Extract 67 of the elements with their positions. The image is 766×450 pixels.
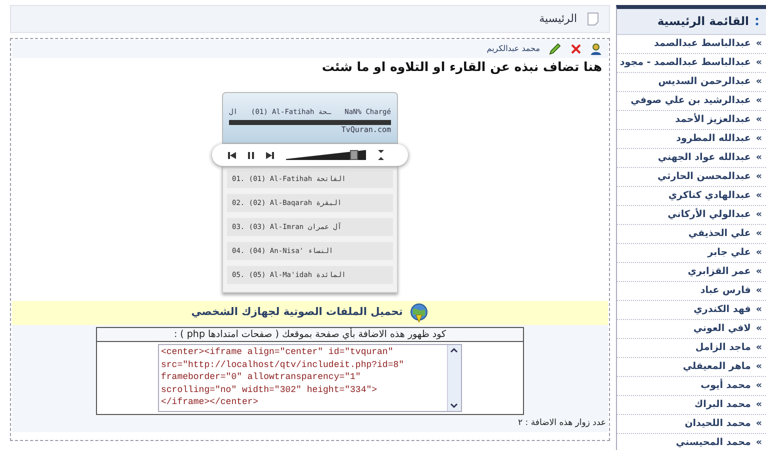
bullet: » [756, 264, 762, 279]
bullet: » [756, 36, 762, 51]
sidebar-link[interactable]: محمد أيوب [700, 378, 751, 394]
sidebar-link[interactable]: عبدالمحسن الحارثي [658, 170, 751, 184]
scroll-arrows-icon[interactable] [378, 149, 384, 161]
sidebar-link[interactable]: علي الحذيفي [688, 226, 751, 242]
pause-icon[interactable] [248, 152, 254, 158]
sidebar-link[interactable]: لافي العوني [693, 322, 751, 336]
scroll-up-icon [448, 345, 460, 355]
bullet: » [756, 188, 762, 203]
bullet: » [756, 284, 762, 298]
author-name: محمد عبدالكريم [486, 43, 540, 55]
sidebar-link[interactable]: عبدالباسط عبدالصمد - مجود [620, 56, 751, 70]
bullet: » [756, 74, 762, 89]
user-icon[interactable] [590, 43, 602, 55]
sidebar-link[interactable]: عبدالباسط عبدالصمد [654, 36, 751, 52]
sidebar-link[interactable]: محمد المحيسني [676, 436, 751, 450]
bullet: » [756, 150, 762, 165]
bullet: » [756, 94, 762, 108]
bullet: » [756, 302, 762, 317]
sidebar-link[interactable]: علي جابر [708, 246, 751, 260]
volume-slider[interactable] [286, 150, 366, 160]
sidebar-link[interactable]: عبدالعزيز الأحمد [675, 112, 751, 128]
bullet: » [756, 378, 762, 393]
bullet: » [756, 226, 762, 241]
bullet: » [756, 436, 762, 450]
bullet: » [756, 322, 762, 336]
bullet: » [756, 170, 762, 184]
download-link[interactable]: تحميل الملفات الصوتية لجهازك الشخصي [191, 305, 403, 321]
code-field[interactable]: <center><iframe align="center" id="tvquran" src="http://localhost/qtv/includeit.php?id=8" frameborder="0" allowtransparency="1" scrolling="no" width="302" height="334"> </iframe></center> [158, 344, 462, 412]
bullet: » [756, 360, 762, 374]
sidebar-link[interactable]: عبدالرشيد بن علي صوفي [630, 94, 751, 108]
sidebar-link[interactable]: عبدالله عواد الجهني [658, 150, 751, 166]
visitor-count: عدد زوار هذه الاضافة : ٢ [517, 417, 607, 430]
sidebar-link[interactable]: عبدالله المطرود [676, 132, 751, 146]
globe-download-icon[interactable] [408, 303, 429, 323]
bullet: » [756, 112, 762, 127]
edit-icon[interactable] [548, 42, 562, 56]
scroll-down-icon [448, 401, 460, 411]
sidebar-link[interactable]: فارس عباد [700, 284, 751, 298]
bullet: » [756, 132, 762, 146]
sidebar-link[interactable]: عبدالولي الأركاني [668, 208, 751, 222]
bullet: » [756, 398, 762, 412]
sidebar-link[interactable]: محمد البراك [694, 398, 751, 412]
post-title: هنا تضاف نبذه عن القارء او التلاوه او ما شئت [320, 58, 603, 76]
dots-icon [754, 17, 760, 26]
embed-caption: كود ظهور هذه الاضافة بأي صفحة بموقعك ( صفحات امتدادها php ) : [97, 328, 523, 342]
next-icon[interactable] [266, 152, 274, 158]
sidebar-title: القائمة الرئيسية [657, 12, 749, 30]
sidebar-link[interactable]: محمد اللحيدان [684, 416, 751, 432]
page-icon [587, 12, 599, 26]
bullet: » [756, 208, 762, 222]
breadcrumb-link[interactable]: الرئيسية [539, 10, 577, 28]
previous-icon[interactable] [228, 152, 236, 158]
bullet: » [756, 56, 762, 70]
bullet: » [756, 416, 762, 431]
sidebar-link[interactable]: ماجد الزامل [695, 340, 751, 356]
delete-icon[interactable] [570, 43, 582, 55]
sidebar-link[interactable]: ماهر المعيقلي [682, 360, 751, 374]
sidebar-link[interactable]: عمر القزابري [688, 264, 751, 280]
bullet: » [756, 340, 762, 355]
bullet: » [756, 246, 762, 260]
sidebar-link[interactable]: عبدالرحمن السديس [658, 74, 751, 90]
sidebar-link[interactable]: عبدالهادي كناكري [668, 188, 751, 204]
volume-thumb[interactable] [350, 150, 358, 160]
scrollbar[interactable] [447, 345, 461, 411]
sidebar-link[interactable]: فهد الكندري [694, 302, 751, 318]
